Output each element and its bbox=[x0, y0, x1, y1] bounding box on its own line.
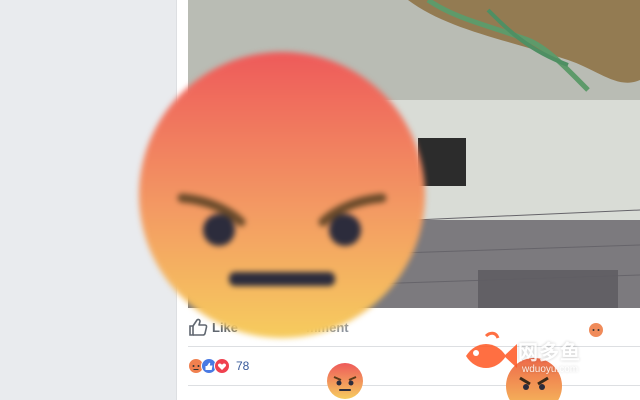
love-reaction-icon bbox=[214, 358, 230, 374]
angry-reaction-icon bbox=[327, 363, 363, 399]
fish-logo-icon bbox=[466, 331, 517, 368]
reaction-icons bbox=[188, 358, 230, 374]
watermark: 网多鱼 wduoyu.com bbox=[462, 330, 602, 390]
watermark-title: 网多鱼 bbox=[518, 342, 581, 364]
watermark-subtitle: wduoyu.com bbox=[522, 364, 579, 375]
angry-reaction-overlay-icon bbox=[139, 52, 425, 338]
reaction-summary[interactable]: 78 bbox=[188, 356, 249, 376]
reaction-count[interactable]: 78 bbox=[236, 359, 249, 373]
